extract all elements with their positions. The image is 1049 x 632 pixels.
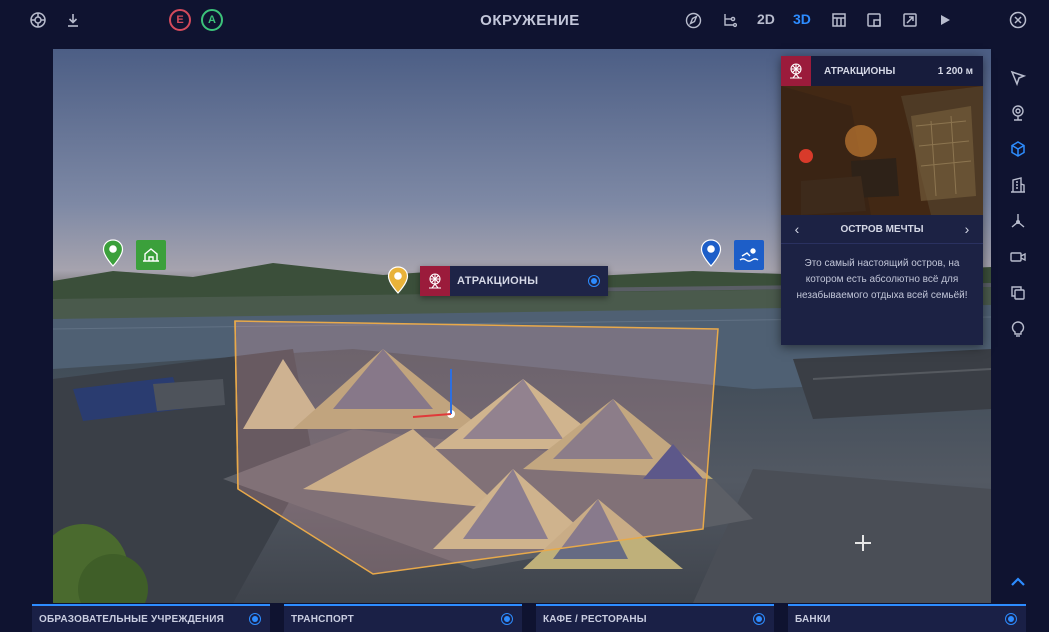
download-icon[interactable]	[61, 8, 85, 32]
category-radio[interactable]	[753, 613, 765, 625]
compass-icon[interactable]	[681, 8, 705, 32]
attraction-map-pin-icon[interactable]	[387, 266, 409, 294]
category-label: ТРАНСПОРТ	[291, 613, 354, 625]
view-3d-toggle[interactable]: 3D	[793, 11, 811, 27]
selected-poi-radio[interactable]	[588, 275, 600, 287]
cube-icon[interactable]	[1007, 138, 1029, 160]
chevron-up-icon[interactable]	[1007, 571, 1029, 593]
badge-a-label: A	[208, 14, 216, 26]
category-radio[interactable]	[249, 613, 261, 625]
sport-map-pin-icon[interactable]	[700, 239, 722, 267]
category-label: ОБРАЗОВАТЕЛЬНЫЕ УЧРЕЖДЕНИЯ	[39, 613, 224, 625]
ferris-wheel-icon	[420, 266, 450, 296]
energy-class-e-badge[interactable]: E	[169, 9, 191, 31]
info-panel-header: АТРАКЦИОНЫ 1 200 м	[781, 56, 983, 86]
chevron-left-icon[interactable]: ‹	[791, 221, 803, 237]
layout-icon[interactable]	[862, 8, 886, 32]
pointer-icon[interactable]	[1007, 67, 1029, 89]
education-category-icon[interactable]	[136, 240, 166, 270]
category-tab-transport[interactable]: ТРАНСПОРТ	[284, 604, 522, 632]
category-tab-banks[interactable]: БАНКИ	[788, 604, 1026, 632]
view-2d-toggle[interactable]: 2D	[757, 11, 775, 27]
chevron-right-icon[interactable]: ›	[961, 221, 973, 237]
map-grid-icon[interactable]	[827, 8, 851, 32]
place-description: Это самый настоящий остров, на котором е…	[796, 258, 968, 301]
info-distance: 1 200 м	[937, 65, 973, 77]
category-radio[interactable]	[1005, 613, 1017, 625]
category-tab-cafes[interactable]: КАФЕ / РЕСТОРАНЫ	[536, 604, 774, 632]
selected-poi-label[interactable]: АТРАКЦИОНЫ	[420, 266, 608, 296]
top-bar: E A ОКРУЖЕНИЕ 2D 3D	[0, 0, 1049, 44]
badge-e-label: E	[176, 14, 184, 26]
lightbulb-icon[interactable]	[1007, 318, 1029, 340]
selected-poi-name: АТРАКЦИОНЫ	[457, 275, 539, 287]
place-navigator: ‹ ОСТРОВ МЕЧТЫ ›	[781, 215, 983, 244]
copy-icon[interactable]	[1007, 282, 1029, 304]
location-icon[interactable]	[1007, 102, 1029, 124]
hierarchy-icon[interactable]	[717, 8, 741, 32]
category-tab-education[interactable]: ОБРАЗОВАТЕЛЬНЫЕ УЧРЕЖДЕНИЯ	[32, 604, 270, 632]
poi-info-panel: АТРАКЦИОНЫ 1 200 м ‹ ОСТРОВ МЕЧТЫ › Это …	[781, 56, 983, 345]
education-map-pin-icon[interactable]	[102, 239, 124, 267]
category-radio[interactable]	[501, 613, 513, 625]
close-icon[interactable]	[1006, 8, 1030, 32]
play-icon[interactable]	[933, 8, 957, 32]
fullscreen-icon[interactable]	[898, 8, 922, 32]
category-label: КАФЕ / РЕСТОРАНЫ	[543, 613, 647, 625]
camera-icon[interactable]	[1007, 246, 1029, 268]
category-label: БАНКИ	[795, 613, 831, 625]
building-icon[interactable]	[1007, 174, 1029, 196]
settings-icon[interactable]	[26, 8, 50, 32]
place-photo	[781, 86, 983, 215]
place-name: ОСТРОВ МЕЧТЫ	[840, 223, 924, 235]
ferris-wheel-icon	[781, 56, 811, 86]
axes-icon[interactable]	[1007, 210, 1029, 232]
swimming-category-icon[interactable]	[734, 240, 764, 270]
energy-class-a-badge[interactable]: A	[201, 9, 223, 31]
info-category: АТРАКЦИОНЫ	[824, 65, 896, 77]
page-title: ОКРУЖЕНИЕ	[480, 12, 580, 29]
